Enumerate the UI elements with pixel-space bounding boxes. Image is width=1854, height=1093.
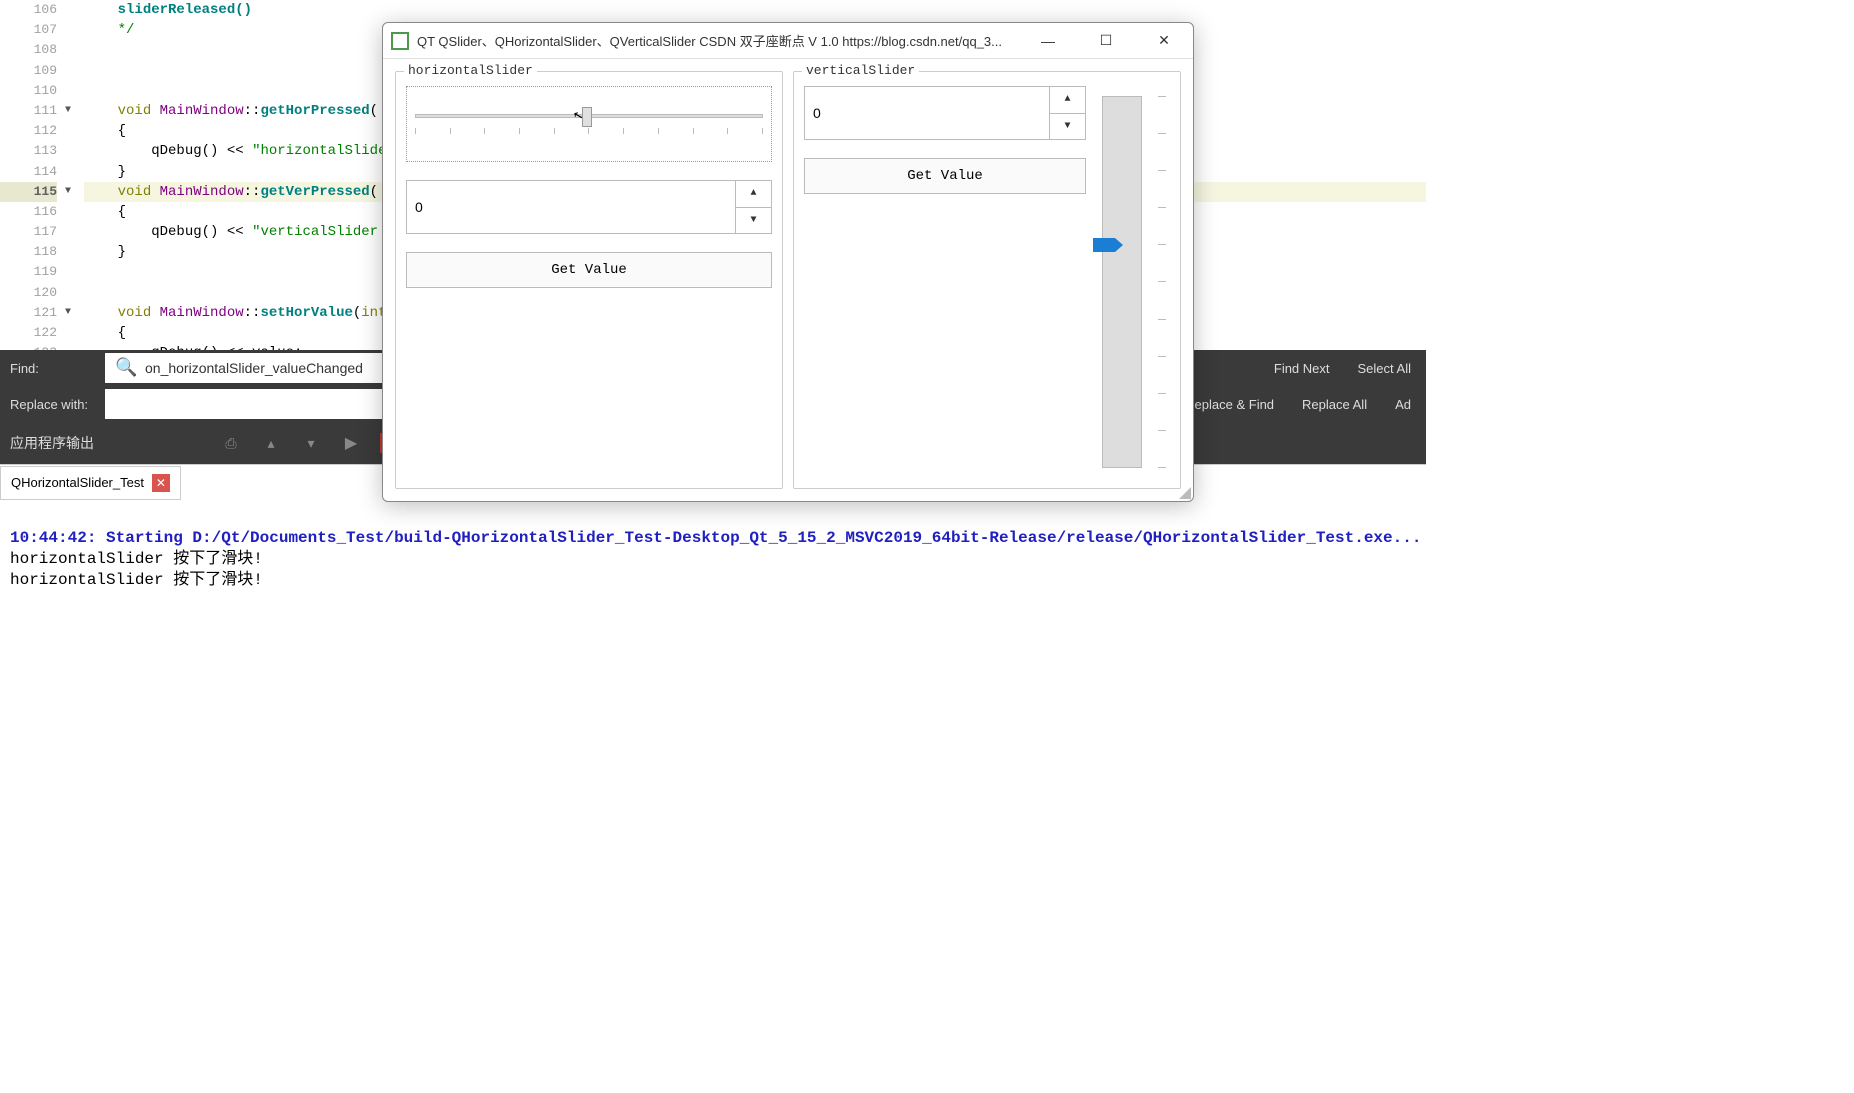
get-value-button[interactable]: Get Value [804,158,1086,194]
spin-up-icon[interactable]: ▲ [1050,87,1085,114]
qt-window-title: QT QSlider、QHorizontalSlider、QVerticalSl… [417,31,1027,50]
slider-handle[interactable] [1093,238,1115,252]
resize-grip-icon[interactable] [1177,485,1191,499]
find-label: Find: [0,361,105,376]
spinbox-input[interactable] [805,87,1049,139]
filter-icon[interactable]: ⎙ [220,432,242,454]
tab-label: QHorizontalSlider_Test [11,475,144,490]
spin-down-icon[interactable]: ▼ [736,208,771,234]
find-next-button[interactable]: Find Next [1274,361,1330,376]
qt-titlebar[interactable]: QT QSlider、QHorizontalSlider、QVerticalSl… [383,23,1193,59]
close-icon[interactable]: ✕ [1143,26,1185,56]
minimize-icon[interactable]: — [1027,26,1069,56]
vertical-value-spinbox[interactable]: ▲ ▼ [804,86,1086,140]
console-line: horizontalSlider 按下了滑块! [10,549,1844,570]
horizontal-value-spinbox[interactable]: ▲ ▼ [406,180,772,234]
qt-app-icon [391,32,409,50]
run-icon[interactable]: ▶ [340,432,362,454]
output-panel-title: 应用程序输出 [10,433,94,453]
slider-handle[interactable] [582,107,592,127]
tab-close-icon[interactable]: ✕ [152,474,170,492]
search-icon: 🔍 [115,357,137,378]
maximize-icon[interactable]: ☐ [1085,26,1127,56]
replace-find-button[interactable]: eplace & Find [1195,397,1275,412]
console-line: 10:44:42: Starting D:/Qt/Documents_Test/… [10,528,1844,549]
vertical-slider-group: verticalSlider ▲ ▼ Get Value [793,71,1181,489]
vertical-ticks [1158,86,1170,478]
fold-column: ▼▼▼ [62,0,84,350]
replace-all-button[interactable]: Replace All [1302,397,1367,412]
line-number-gutter: 1061071081091101111121131141151161171181… [0,0,62,350]
group-title: horizontalSlider [404,63,537,78]
get-value-button[interactable]: Get Value [406,252,772,288]
spin-down-icon[interactable]: ▼ [1050,114,1085,140]
replace-label: Replace with: [0,397,105,412]
select-all-button[interactable]: Select All [1358,361,1411,376]
qt-app-window: QT QSlider、QHorizontalSlider、QVerticalSl… [382,22,1194,502]
console-output[interactable]: 10:44:42: Starting D:/Qt/Documents_Test/… [0,500,1854,1093]
group-title: verticalSlider [802,63,919,78]
horizontal-slider-group: horizontalSlider ▲ ▼ Get Value [395,71,783,489]
spin-up-icon[interactable]: ▲ [736,181,771,208]
spinbox-input[interactable] [407,181,735,233]
output-tab[interactable]: QHorizontalSlider_Test ✕ [0,466,181,500]
horizontal-slider[interactable] [406,86,772,162]
console-line: horizontalSlider 按下了滑块! [10,570,1844,591]
nav-down-icon[interactable]: ▾ [300,432,322,454]
nav-up-icon[interactable]: ▴ [260,432,282,454]
advanced-button[interactable]: Ad [1395,397,1411,412]
vertical-slider[interactable] [1102,86,1142,478]
